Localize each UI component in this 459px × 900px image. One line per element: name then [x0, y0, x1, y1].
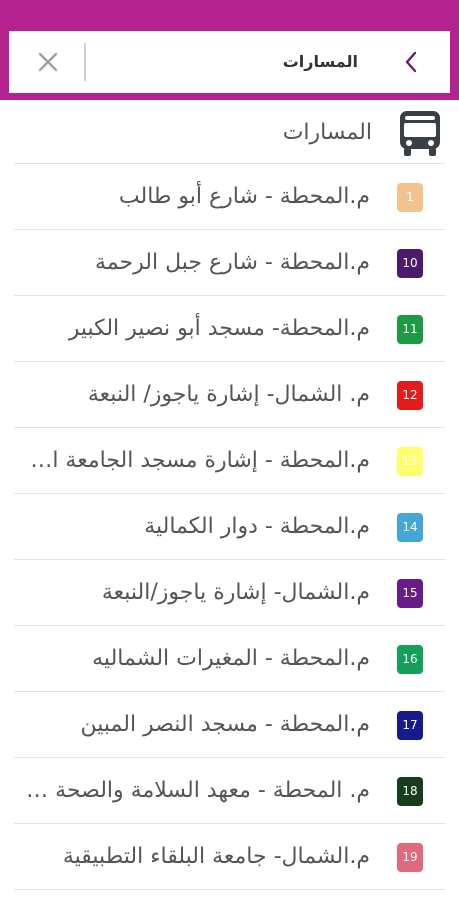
- route-number-badge: 10: [397, 249, 423, 278]
- route-item[interactable]: 15 م.الشمال- إشارة ياجوز/النبعة: [14, 560, 445, 626]
- route-name: م.المحطة - المغيرات الشماليه: [92, 646, 370, 671]
- route-name: م.المحطة - شارع جبل الرحمة: [95, 250, 370, 275]
- route-name: م. المحطة - معهد السلامة والصحة المهنية: [26, 778, 370, 803]
- route-item[interactable]: 13 م.المحطة - إشارة مسجد الجامعة الأردنية: [14, 428, 445, 494]
- route-item[interactable]: 10 م.المحطة - شارع جبل الرحمة: [14, 230, 445, 296]
- route-number-badge: 12: [397, 381, 423, 410]
- route-number-badge: 14: [397, 513, 423, 542]
- search-divider: [84, 43, 86, 81]
- clear-button[interactable]: [31, 45, 65, 79]
- route-name: م.المحطة - مسجد النصر المبين: [80, 712, 371, 737]
- route-number-badge: 16: [397, 645, 423, 674]
- route-item[interactable]: 1 م.المحطة - شارع أبو طالب: [14, 164, 445, 230]
- close-icon: [38, 52, 58, 72]
- chevron-left-icon: [405, 51, 417, 73]
- route-number-badge: 19: [397, 843, 423, 872]
- route-item[interactable]: 14 م.المحطة - دوار الكمالية: [14, 494, 445, 560]
- route-name: م.المحطة - شارع أبو طالب: [118, 184, 370, 209]
- route-item[interactable]: 11 م.المحطة- مسجد أبو نصير الكبير: [14, 296, 445, 362]
- route-item[interactable]: 12 م. الشمال- إشارة ياجوز/ النبعة: [14, 362, 445, 428]
- route-name: م.الشمال- إشارة ياجوز/النبعة: [101, 580, 370, 605]
- route-name: م.المحطة - إشارة مسجد الجامعة الأردنية: [26, 448, 370, 473]
- route-number-badge: 13: [397, 447, 423, 476]
- route-number-badge: 18: [397, 777, 423, 806]
- route-number-badge: 1: [397, 183, 423, 212]
- route-item[interactable]: 19 م.الشمال- جامعة البلقاء التطبيقية: [14, 824, 445, 890]
- route-name: م.الشمال- جامعة البلقاء التطبيقية: [62, 844, 370, 869]
- route-name: م. الشمال- إشارة ياجوز/ النبعة: [87, 382, 370, 407]
- back-button[interactable]: [394, 45, 428, 79]
- app-header: المسارات: [0, 0, 459, 100]
- page-title: المسارات: [282, 52, 358, 71]
- route-item[interactable]: 18 م. المحطة - معهد السلامة والصحة المهني…: [14, 758, 445, 824]
- bus-icon: [400, 111, 440, 156]
- route-name: م.المحطة - دوار الكمالية: [144, 514, 370, 539]
- route-item[interactable]: 17 م.المحطة - مسجد النصر المبين: [14, 692, 445, 758]
- route-number-badge: 15: [397, 579, 423, 608]
- route-name: م.المحطة- مسجد أبو نصير الكبير: [68, 316, 370, 341]
- route-number-badge: 11: [397, 315, 423, 344]
- route-item[interactable]: 16 م.المحطة - المغيرات الشماليه: [14, 626, 445, 692]
- route-number-badge: 17: [397, 711, 423, 740]
- routes-list: 1 م.المحطة - شارع أبو طالب 10 م.المحطة - شا…: [14, 164, 445, 890]
- routes-list-header: المسارات: [14, 102, 445, 164]
- search-bar: المسارات: [9, 31, 450, 93]
- routes-header-label: المسارات: [282, 120, 372, 145]
